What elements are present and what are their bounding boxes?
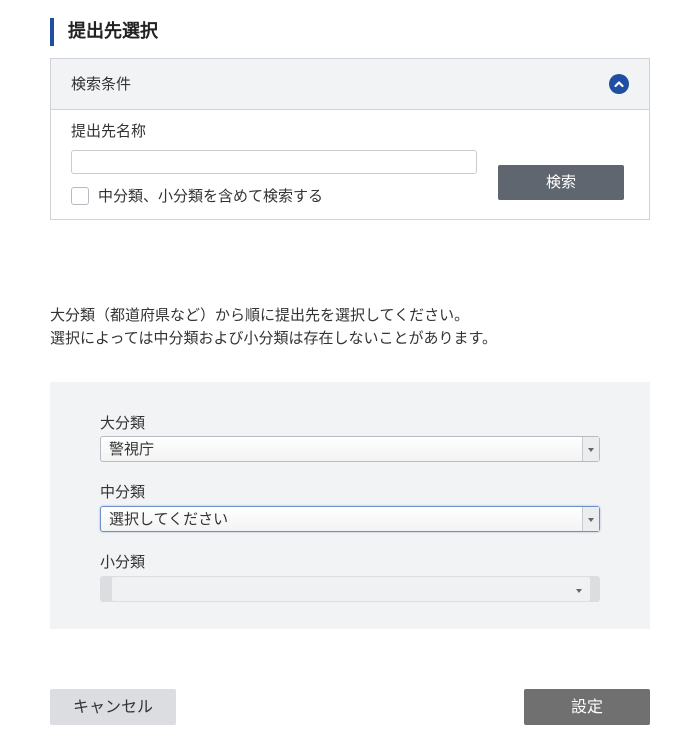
page-title: 提出先選択 [50, 18, 158, 46]
cancel-button[interactable]: キャンセル [50, 689, 176, 725]
instruction-line-1: 大分類（都道府県など）から順に提出先を選択してください。 [50, 306, 470, 324]
middle-category-label: 中分類 [100, 483, 146, 501]
instruction-line-2: 選択によっては中分類および小分類は存在しないことがあります。 [50, 329, 498, 347]
dropdown-arrow-icon [582, 437, 599, 461]
include-subcategories-checkbox[interactable] [71, 187, 89, 205]
chevron-up-icon[interactable] [609, 74, 629, 94]
dropdown-arrow-icon [582, 507, 599, 531]
search-conditions-panel: 検索条件 提出先名称 中分類、小分類を含めて検索する 検索 [50, 58, 650, 220]
middle-category-select[interactable]: 選択してください [100, 506, 600, 532]
middle-category-value: 選択してください [109, 510, 229, 528]
destination-name-label: 提出先名称 [71, 122, 147, 140]
major-category-select[interactable]: 警視庁 [100, 436, 600, 462]
search-panel-header[interactable]: 検索条件 [51, 59, 649, 110]
major-category-value: 警視庁 [109, 440, 155, 458]
minor-category-value [111, 576, 591, 602]
destination-name-input[interactable] [71, 150, 477, 174]
category-selection-panel: 大分類 警視庁 中分類 選択してください 小分類 [50, 382, 650, 629]
minor-category-label: 小分類 [100, 553, 146, 571]
submit-button[interactable]: 設定 [524, 689, 650, 725]
minor-category-select [100, 576, 600, 602]
include-subcategories-label[interactable]: 中分類、小分類を含めて検索する [98, 185, 323, 207]
search-button[interactable]: 検索 [498, 165, 624, 200]
search-panel-title: 検索条件 [71, 75, 132, 93]
major-category-label: 大分類 [100, 414, 146, 432]
